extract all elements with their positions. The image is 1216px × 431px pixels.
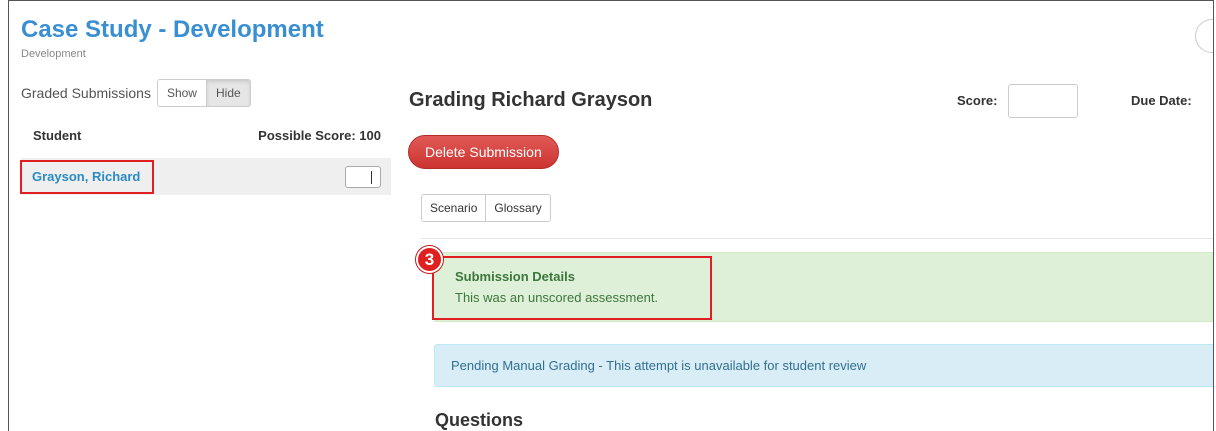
student-table-header: Student Possible Score: 100 — [21, 113, 391, 158]
page-subtitle: Development — [21, 48, 86, 60]
pending-grading-alert: Pending Manual Grading - This attempt is… — [434, 344, 1213, 387]
score-label: Score: — [957, 93, 998, 108]
page-title: Case Study - Development — [21, 16, 324, 43]
submission-details-title: Submission Details — [455, 269, 575, 284]
grading-title: Grading Richard Grayson — [409, 89, 653, 111]
step-number-badge: 3 — [416, 246, 443, 273]
possible-score-header: Possible Score: 100 — [258, 128, 381, 143]
tab-scenario[interactable]: Scenario — [422, 195, 487, 221]
app-frame: Case Study - Development Development Gra… — [8, 0, 1214, 431]
due-date-label: Due Date: — [1131, 93, 1192, 108]
submission-highlight-box — [432, 256, 712, 320]
student-column-header: Student — [33, 128, 82, 143]
hide-button[interactable]: Hide — [206, 80, 250, 106]
student-highlight-box: Grayson, Richard — [20, 159, 155, 194]
table-row: Grayson, Richard — [20, 158, 391, 195]
student-table: Student Possible Score: 100 Grayson, Ric… — [20, 113, 391, 195]
scenario-glossary-tabs: Scenario Glossary — [421, 194, 551, 222]
section-divider — [421, 238, 1213, 239]
questions-heading: Questions — [435, 410, 524, 430]
pending-grading-text: Pending Manual Grading - This attempt is… — [451, 358, 867, 373]
tab-glossary[interactable]: Glossary — [486, 195, 550, 221]
delete-submission-button[interactable]: Delete Submission — [408, 135, 559, 169]
graded-submissions-row: Graded Submissions Show Hide — [21, 79, 251, 107]
graded-submissions-label: Graded Submissions — [21, 85, 151, 101]
student-name-link[interactable]: Grayson, Richard — [32, 169, 140, 184]
graded-toggle-group: Show Hide — [156, 79, 251, 107]
submission-details-text: This was an unscored assessment. — [455, 290, 659, 305]
corner-round-button[interactable] — [1195, 19, 1213, 53]
score-input[interactable] — [1008, 84, 1078, 118]
student-score-input[interactable] — [345, 165, 381, 188]
show-button[interactable]: Show — [157, 80, 207, 106]
